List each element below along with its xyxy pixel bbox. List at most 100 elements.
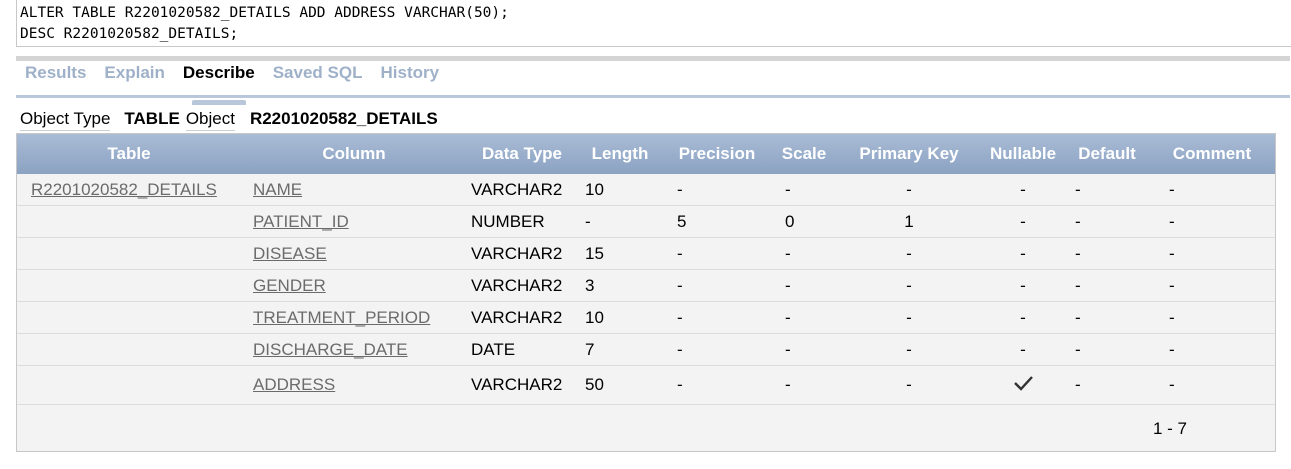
comment-cell: - [1169, 179, 1175, 199]
object-value: R2201020582_DETAILS [249, 109, 438, 128]
header-nullable: Nullable [989, 144, 1057, 163]
header-comment: Comment [1172, 144, 1252, 163]
scale-cell: - [785, 339, 791, 359]
column-name-link[interactable]: NAME [253, 180, 302, 199]
nullable-cell: - [1020, 307, 1026, 327]
data-type-cell: NUMBER [471, 211, 545, 231]
default-cell: - [1075, 339, 1081, 359]
tab-results[interactable]: Results [16, 62, 95, 96]
default-cell: - [1075, 375, 1081, 394]
header-precision: Precision [678, 144, 756, 163]
length-cell: 50 [585, 375, 604, 394]
column-name-link[interactable]: DISEASE [253, 244, 327, 263]
tab-history[interactable]: History [371, 62, 448, 96]
precision-cell: - [677, 339, 683, 359]
scale-cell: - [785, 307, 791, 327]
header-length: Length [591, 144, 649, 163]
object-type-label: Object Type [20, 108, 111, 131]
precision-cell: - [677, 375, 683, 394]
data-type-cell: VARCHAR2 [471, 179, 563, 199]
default-cell: - [1075, 307, 1081, 327]
table-row: ADDRESS VARCHAR2 50 - - - - - [17, 366, 1275, 405]
column-cell[interactable]: DISEASE [241, 244, 467, 264]
precision-cell: 5 [677, 211, 687, 231]
tab-saved-sql[interactable]: Saved SQL [264, 62, 372, 96]
column-name-link[interactable]: GENDER [253, 276, 326, 295]
scale-cell: - [785, 375, 791, 394]
data-type-cell: VARCHAR2 [471, 307, 563, 327]
pagination-label: 1 - 7 [1152, 419, 1187, 438]
header-scale: Scale [781, 144, 827, 163]
default-cell: - [1075, 275, 1081, 295]
scale-cell: - [785, 243, 791, 263]
object-type-value: TABLE [124, 109, 180, 128]
tab-describe[interactable]: Describe [174, 62, 264, 105]
comment-cell: - [1169, 243, 1175, 263]
default-cell: - [1075, 211, 1081, 231]
primary-key-cell: - [906, 275, 912, 295]
data-type-cell: VARCHAR2 [471, 275, 563, 295]
column-cell[interactable]: NAME [241, 180, 467, 200]
splitter-bar[interactable] [16, 56, 1290, 61]
column-cell[interactable]: TREATMENT_PERIOD [241, 308, 467, 328]
sql-line-1[interactable]: ALTER TABLE R2201020582_DETAILS ADD ADDR… [17, 3, 1291, 24]
tab-explain[interactable]: Explain [95, 62, 173, 96]
length-cell: 10 [585, 179, 604, 199]
precision-cell: - [677, 307, 683, 327]
nullable-cell: - [1020, 179, 1026, 199]
header-column: Column [322, 144, 386, 163]
precision-cell: - [677, 275, 683, 295]
check-icon [1014, 375, 1033, 391]
data-type-cell: VARCHAR2 [471, 243, 563, 263]
table-row: TREATMENT_PERIOD VARCHAR2 10 - - - - - - [17, 302, 1275, 334]
column-cell[interactable]: PATIENT_ID [241, 212, 467, 232]
primary-key-cell: - [906, 243, 912, 263]
scale-cell: 0 [785, 211, 795, 231]
column-name-link[interactable]: PATIENT_ID [253, 212, 349, 231]
header-default: Default [1078, 144, 1136, 163]
column-name-link[interactable]: DISCHARGE_DATE [253, 340, 408, 359]
comment-cell: - [1169, 375, 1175, 394]
object-info: Object Type TABLE Object R2201020582_DETAIL… [20, 108, 438, 131]
table-row: PATIENT_ID NUMBER - 5 0 1 - - - [17, 206, 1275, 238]
column-name-link[interactable]: TREATMENT_PERIOD [253, 308, 430, 327]
length-cell: 3 [585, 275, 595, 295]
object-label: Object [185, 108, 235, 131]
table-cell[interactable]: R2201020582_DETAILS [17, 180, 241, 200]
sql-editor[interactable]: ALTER TABLE R2201020582_DETAILS ADD ADDR… [16, 0, 1291, 47]
data-type-cell: DATE [471, 339, 516, 359]
table-name-link[interactable]: R2201020582_DETAILS [31, 180, 217, 199]
default-cell: - [1075, 179, 1081, 199]
nullable-cell [981, 373, 1065, 398]
column-cell[interactable]: GENDER [241, 276, 467, 296]
primary-key-cell: - [906, 307, 912, 327]
nullable-cell: - [1020, 339, 1026, 359]
column-name-link[interactable]: ADDRESS [253, 375, 335, 394]
length-cell: 10 [585, 307, 604, 327]
precision-cell: - [677, 243, 683, 263]
header-data-type: Data Type [482, 144, 562, 163]
primary-key-cell: 1 [904, 211, 914, 231]
table-row: R2201020582_DETAILS NAME VARCHAR2 10 - - - - - - [17, 174, 1275, 206]
table-row: GENDER VARCHAR2 3 - - - - - - [17, 270, 1275, 302]
comment-cell: - [1169, 275, 1175, 295]
scale-cell: - [785, 275, 791, 295]
comment-cell: - [1169, 211, 1175, 231]
comment-cell: - [1169, 307, 1175, 327]
length-cell: 7 [585, 339, 595, 359]
tab-underline [16, 95, 1290, 98]
table-header: Table Column Data Type Length Precision Scale… [17, 134, 1275, 174]
table-row: DISCHARGE_DATE DATE 7 - - - - - - [17, 334, 1275, 366]
nullable-cell: - [1020, 243, 1026, 263]
primary-key-cell: - [906, 179, 912, 199]
header-table: Table [107, 144, 151, 163]
data-type-cell: VARCHAR2 [471, 375, 563, 394]
column-cell[interactable]: DISCHARGE_DATE [241, 340, 467, 360]
column-cell[interactable]: ADDRESS [241, 375, 467, 395]
precision-cell: - [677, 179, 683, 199]
primary-key-cell: - [906, 339, 912, 359]
nullable-cell: - [1020, 275, 1026, 295]
sql-line-2[interactable]: DESC R2201020582_DETAILS; [17, 24, 1291, 45]
describe-table: Table Column Data Type Length Precision Scale… [16, 133, 1276, 452]
results-tabs: Results Explain Describe Saved SQL Histo… [16, 62, 448, 105]
